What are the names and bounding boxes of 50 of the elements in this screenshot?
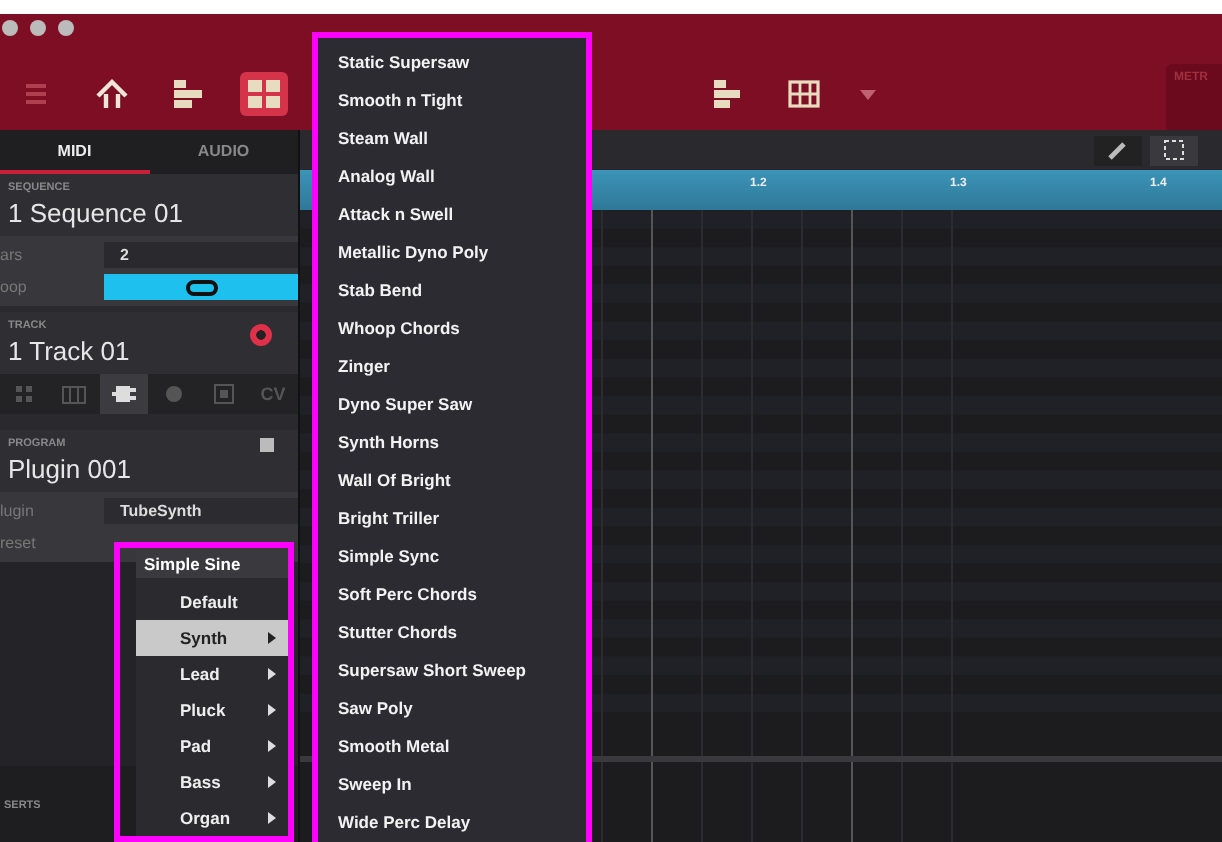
submenu-arrow-icon: [268, 776, 276, 788]
plugin-dropdown[interactable]: TubeSynth: [104, 498, 298, 524]
menu-item[interactable]: Dyno Super Saw: [318, 384, 586, 422]
menu-item[interactable]: Stab Bend: [318, 270, 586, 308]
menu-item[interactable]: Stutter Chords: [318, 612, 586, 650]
track-name[interactable]: 1 Track 01: [8, 336, 298, 366]
submenu-arrow-icon: [268, 704, 276, 716]
menu-item[interactable]: Organ: [136, 800, 288, 836]
menu-item[interactable]: Supersaw Short Sweep: [318, 650, 586, 688]
plugin-icon[interactable]: [99, 374, 149, 414]
menu-item[interactable]: Synth: [136, 620, 288, 656]
menu-item[interactable]: Soft Perc Chords: [318, 574, 586, 612]
menu-item[interactable]: Simple Sync: [318, 536, 586, 574]
grid-icon[interactable]: [240, 72, 288, 116]
field-label: reset: [0, 534, 38, 552]
menu-item[interactable]: Metallic Dyno Poly: [318, 232, 586, 270]
select-icon[interactable]: [1150, 135, 1198, 165]
menu-item[interactable]: Wide Perc Delay: [318, 802, 586, 840]
menu-item[interactable]: Pluck: [136, 692, 288, 728]
menu-item[interactable]: Whoop Chords: [318, 308, 586, 346]
menu-item[interactable]: Steam Wall: [318, 118, 586, 156]
submenu-arrow-icon: [268, 812, 276, 824]
menu-item[interactable]: Sweep In: [318, 764, 586, 802]
field-label: lugin: [0, 502, 36, 520]
menu-item[interactable]: Wall Of Bright: [318, 460, 586, 498]
tab[interactable]: AUDIO: [149, 130, 298, 174]
submenu-arrow-icon: [268, 632, 276, 644]
submenu-arrow-icon: [268, 740, 276, 752]
bars-field[interactable]: 2: [104, 242, 298, 268]
record-button[interactable]: [250, 324, 272, 346]
menu-item[interactable]: Static Supersaw: [318, 42, 586, 80]
field-label: oop: [0, 278, 29, 296]
menu-item[interactable]: Pad: [136, 728, 288, 764]
menu-item[interactable]: Synth Horns: [318, 422, 586, 460]
menu-item[interactable]: Smooth n Tight: [318, 80, 586, 118]
menu-item[interactable]: Bright Triller: [318, 498, 586, 536]
program-name[interactable]: Plugin 001: [8, 454, 298, 484]
loop-toggle[interactable]: [104, 274, 298, 300]
submenu-arrow-icon: [268, 668, 276, 680]
menu-item[interactable]: Zinger: [318, 346, 586, 384]
menu-item[interactable]: Lead: [136, 656, 288, 692]
menu-item[interactable]: Bass: [136, 764, 288, 800]
sequence-name[interactable]: 1 Sequence 01: [8, 198, 298, 228]
pencil-icon[interactable]: [1094, 135, 1142, 165]
loop-icon: [185, 279, 217, 295]
menu-item[interactable]: Saw Poly: [318, 688, 586, 726]
menu-item[interactable]: Default: [136, 584, 288, 620]
caret-icon[interactable]: [860, 89, 876, 99]
field-label: ars: [0, 246, 25, 264]
menu-item[interactable]: Smooth Metal: [318, 726, 586, 764]
